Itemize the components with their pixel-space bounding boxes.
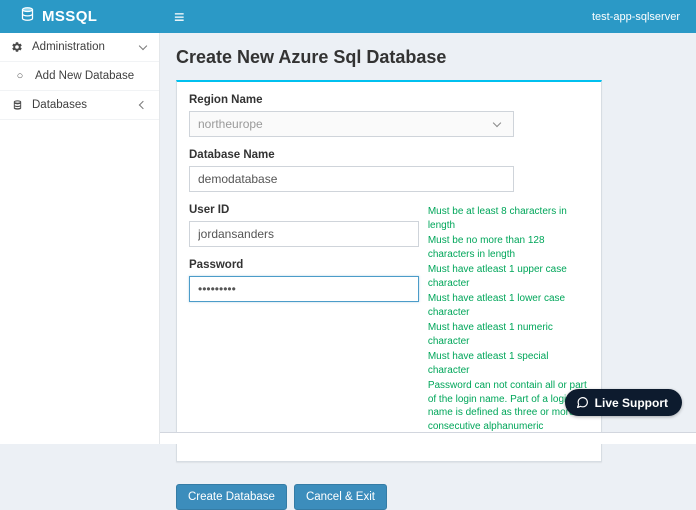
region-name-label: Region Name [189,94,263,106]
password-rule: Must be no more than 128 characters in l… [427,235,545,260]
server-name-label: test-app-sqlserver [591,10,680,23]
chat-bubble-icon [576,396,589,409]
password-rule: Must have atleast 1 upper case character [427,264,567,289]
chevron-down-icon [492,118,502,128]
footer [160,432,696,444]
database-icon [10,99,24,111]
password-label: Password [189,259,244,271]
create-database-form: Region Name northeurope Database Name Us… [176,80,602,462]
region-select-value: northeurope [198,117,263,131]
live-support-button[interactable]: Live Support [564,389,682,416]
user-id-label: User ID [189,204,230,216]
gear-icon [10,41,24,53]
sidebar: Administration ○ Add New Database Databa… [0,33,160,444]
sidebar-item-label: Add New Database [35,70,135,82]
sidebar-toggle-button[interactable]: ≡ [160,0,199,33]
live-support-label: Live Support [594,395,668,410]
password-input[interactable] [189,276,419,302]
top-navbar: MSSQL ≡ test-app-sqlserver [0,0,696,33]
chevron-left-icon [138,100,148,110]
password-rule: Must have atleast 1 numeric character [427,322,553,347]
sidebar-item-add-new-database[interactable]: ○ Add New Database [0,62,159,91]
password-rule: Must have atleast 1 lower case character [427,293,566,318]
sidebar-item-label: Administration [32,41,105,53]
sidebar-item-administration[interactable]: Administration [0,33,159,62]
password-requirements-list: Must be at least 8 characters in length … [428,204,589,449]
brand[interactable]: MSSQL [0,0,160,33]
password-rule: Must have atleast 1 special character [427,351,549,376]
database-name-label: Database Name [189,149,275,161]
chevron-down-icon [138,41,148,50]
page-title: Create New Azure Sql Database [176,47,447,67]
content-area: Create New Azure Sql Database Region Nam… [160,33,696,510]
sidebar-item-databases[interactable]: Databases [0,91,159,120]
brand-name: MSSQL [42,8,98,25]
region-select[interactable]: northeurope [189,111,514,137]
mssql-logo-icon [20,6,35,27]
database-name-input[interactable] [189,166,514,192]
password-rule: Must be at least 8 characters in length [427,206,567,231]
cancel-exit-button[interactable]: Cancel & Exit [293,483,387,510]
circle-icon: ○ [16,70,24,82]
user-id-input[interactable] [189,221,419,247]
create-database-button[interactable]: Create Database [176,483,287,510]
sidebar-item-label: Databases [32,99,87,111]
form-actions: Create Database Cancel & Exit [176,483,680,510]
